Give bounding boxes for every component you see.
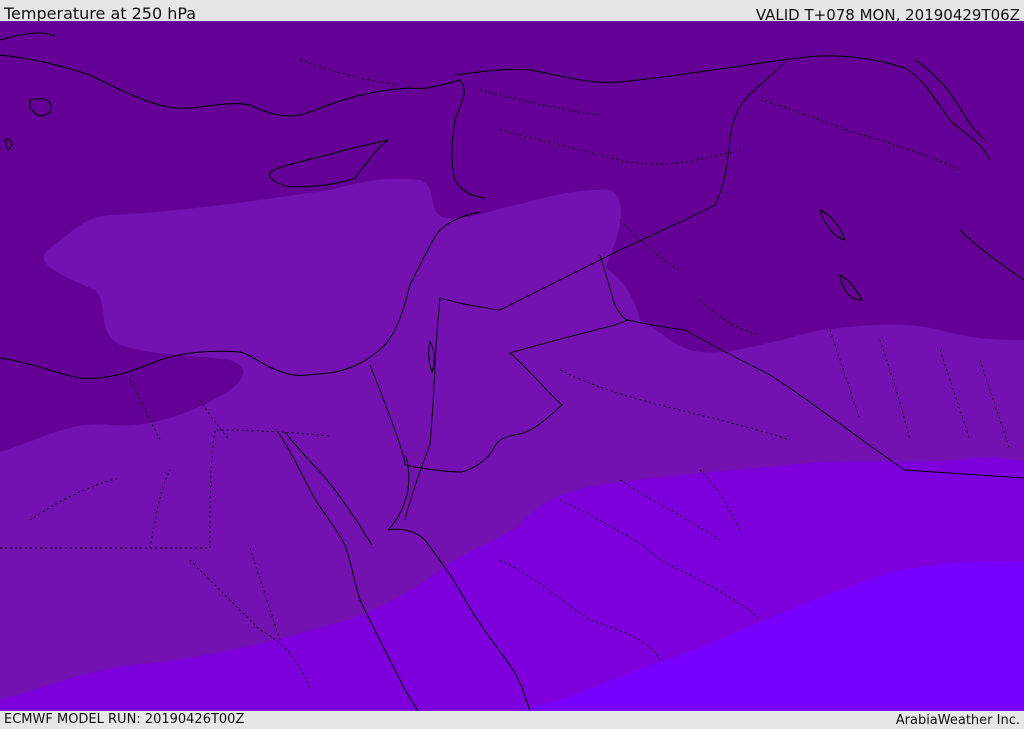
model-run: ECMWF MODEL RUN: 20190426T00Z (4, 712, 245, 727)
footer-bar: ECMWF MODEL RUN: 20190426T00Z ArabiaWeat… (0, 711, 1024, 729)
header-bar: Temperature at 250 hPa VALID T+078 MON, … (0, 0, 1024, 24)
credit: ArabiaWeather Inc. (895, 713, 1020, 728)
temperature-map (0, 21, 1024, 711)
